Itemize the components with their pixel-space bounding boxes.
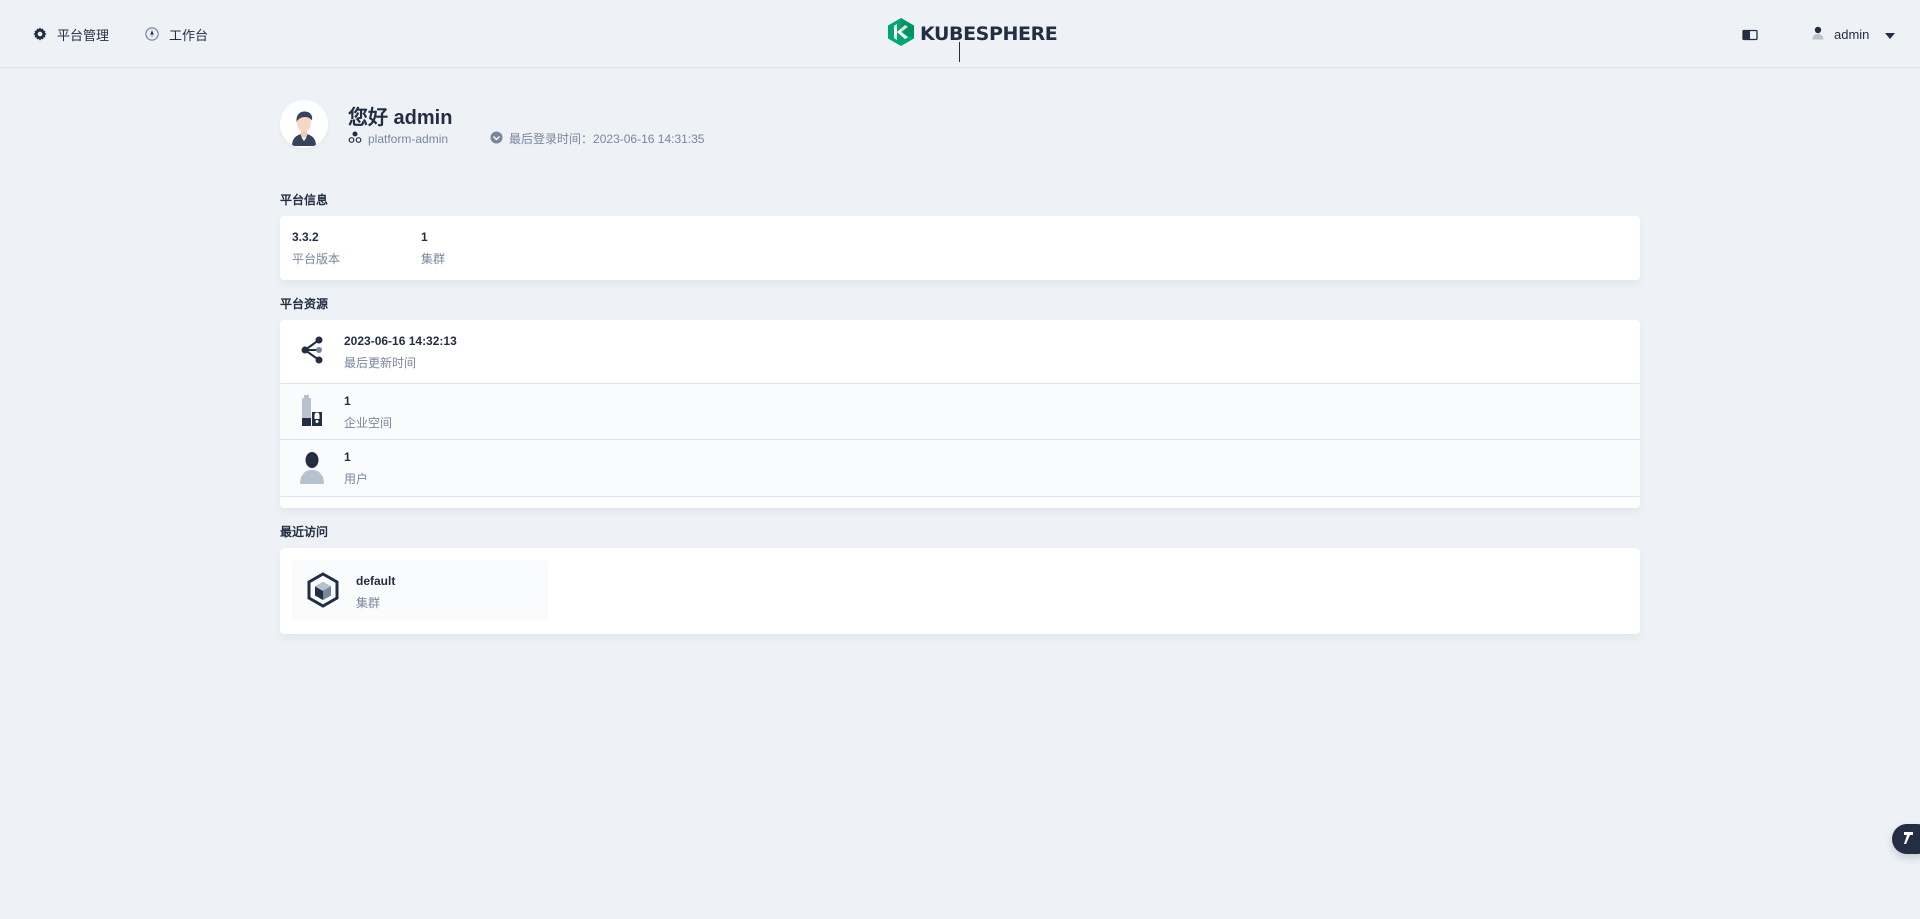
compass-icon: [145, 27, 159, 41]
nav-workbench-label: 工作台: [169, 27, 209, 43]
recent-item-name: default: [356, 574, 396, 588]
recent-access-card: default 集群: [280, 548, 1640, 634]
stat-label: 平台版本: [292, 252, 341, 266]
theme-toggle-icon[interactable]: [1742, 28, 1758, 41]
nav-workbench[interactable]: 工作台: [145, 24, 208, 44]
avatar[interactable]: [280, 100, 328, 148]
resource-text: 2023-06-16 14:32:13 最后更新时间: [344, 334, 457, 371]
recent-item-type: 集群: [356, 596, 381, 610]
kubesphere-logo-icon: [888, 17, 914, 51]
recent-item-text: default 集群: [356, 574, 395, 611]
platform-info-title: 平台信息: [280, 193, 329, 207]
stat-value: 3.3.2: [292, 230, 319, 244]
logo-text: KUBESPHERE: [920, 23, 1058, 45]
workspace-icon: [298, 394, 326, 430]
kubesphere-logo[interactable]: KUBESPHERE: [888, 17, 1058, 51]
greeting-title: 您好 admin: [348, 107, 453, 129]
last-login-info: 最后登录时间：2023-06-16 14:31:35: [490, 130, 704, 147]
top-bar: 平台管理 工作台 KUBESPHERE admin: [0, 0, 1920, 68]
nav-platform-management[interactable]: 平台管理: [33, 24, 109, 44]
resource-text: 1 用户: [344, 450, 368, 487]
platform-resources-title: 平台资源: [280, 297, 329, 311]
user-icon: [1812, 26, 1824, 43]
resource-row-workspaces[interactable]: 1 企业空间: [280, 384, 1640, 440]
resource-value: 1: [344, 450, 351, 464]
role-info: platform-admin: [348, 131, 448, 146]
recent-access-title: 最近访问: [280, 525, 329, 539]
last-login-label: 最后登录时间：: [509, 132, 594, 146]
cluster-icon: [306, 572, 340, 613]
resource-value: 1: [344, 394, 351, 408]
hammer-icon: [1901, 830, 1915, 849]
gear-icon: [33, 27, 47, 41]
user-name: admin: [1834, 26, 1870, 42]
platform-info-card: 3.3.2 平台版本 1 集群: [280, 216, 1640, 280]
role-text: platform-admin: [368, 131, 449, 146]
human-icon: [298, 450, 326, 486]
share-nodes-icon: [298, 334, 326, 370]
clock-icon: [490, 131, 503, 147]
stat-label: 集群: [421, 252, 446, 266]
stat-value: 1: [421, 230, 428, 244]
resource-row-users[interactable]: 1 用户: [280, 440, 1640, 497]
chevron-down-icon: [1885, 27, 1896, 42]
resource-row-last-update: 2023-06-16 14:32:13 最后更新时间: [280, 320, 1640, 384]
text-cursor: [959, 42, 960, 62]
resource-label: 用户: [344, 472, 369, 486]
nav-platform-management-label: 平台管理: [57, 27, 110, 43]
stat-cluster-count: 1 集群: [421, 230, 445, 267]
greeting-meta: platform-admin 最后登录时间：2023-06-16 14:31:3…: [348, 130, 704, 147]
user-menu[interactable]: admin: [1812, 24, 1896, 44]
resource-value: 2023-06-16 14:32:13: [344, 334, 457, 348]
platform-resources-card: 2023-06-16 14:32:13 最后更新时间 1 企业空间 1 用户: [280, 320, 1640, 508]
recent-item-cluster[interactable]: default 集群: [292, 560, 548, 620]
stat-platform-version: 3.3.2 平台版本: [292, 230, 340, 267]
role-icon: [348, 131, 362, 146]
resource-text: 1 企业空间: [344, 394, 392, 431]
resource-label: 最后更新时间: [344, 356, 417, 370]
last-login-value: 2023-06-16 14:31:35: [593, 132, 705, 146]
resource-label: 企业空间: [344, 416, 393, 430]
toolbox-button[interactable]: [1892, 824, 1920, 854]
